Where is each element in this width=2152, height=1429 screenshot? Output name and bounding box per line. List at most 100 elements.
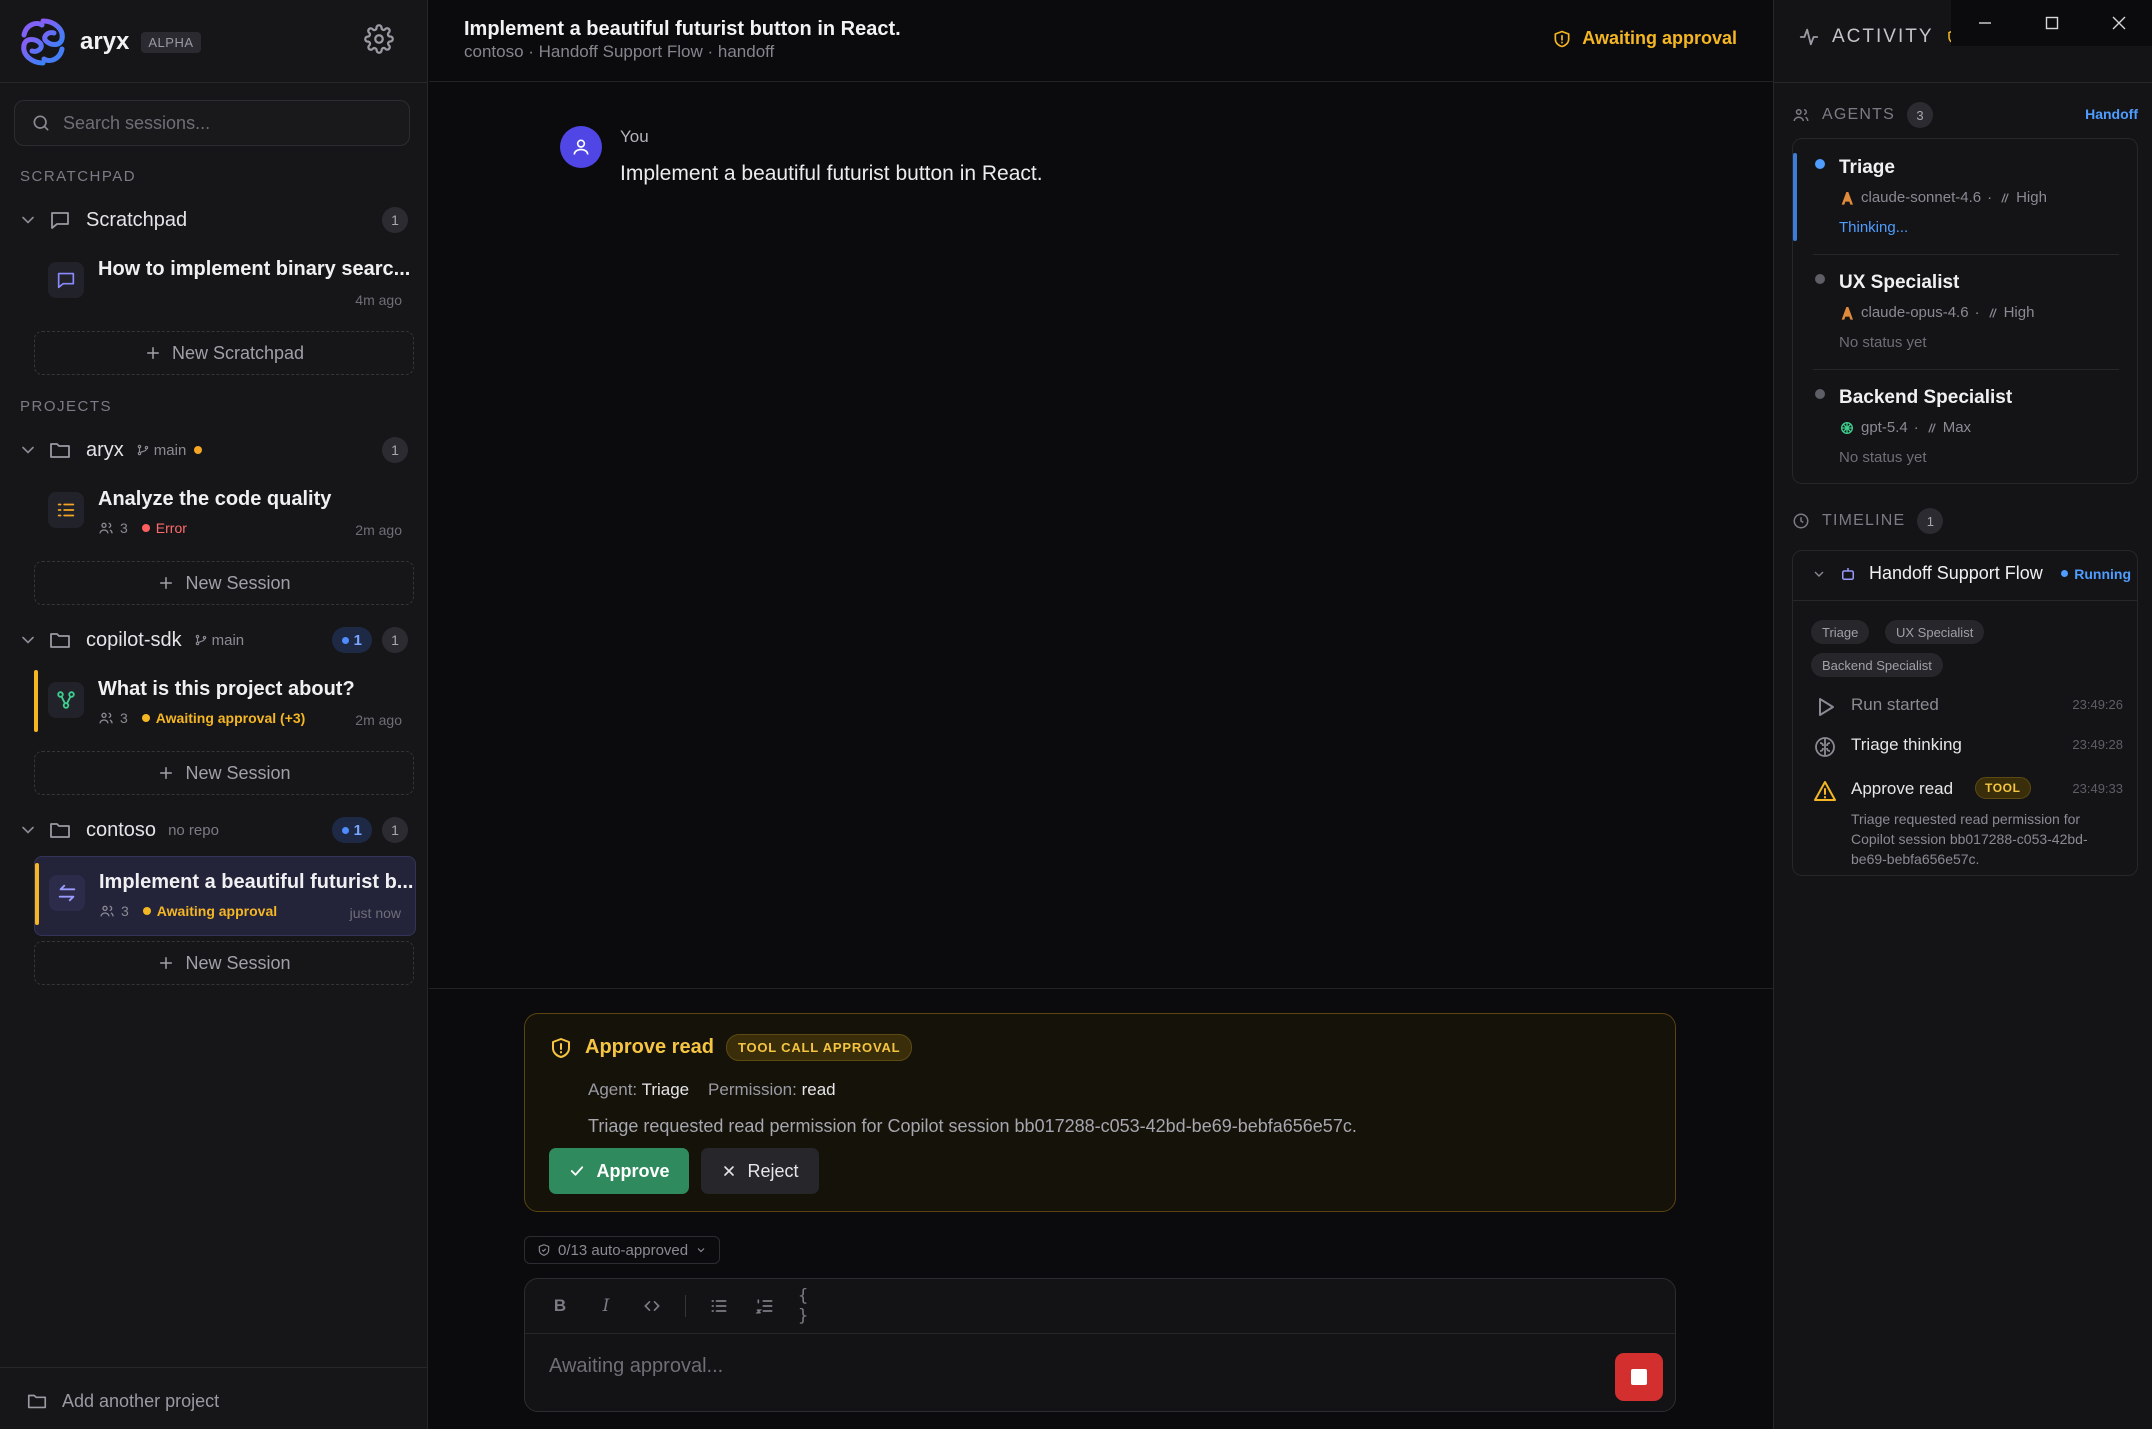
reject-button[interactable]: Reject	[701, 1148, 819, 1194]
agent-name: UX Specialist	[1839, 272, 1960, 293]
brand: aryx ALPHA	[18, 14, 201, 70]
timeline-event[interactable]: Approve read TOOL 23:49:33 Triage reques…	[1813, 777, 2123, 867]
scratchpad-session-item[interactable]: How to implement binary searc... 4m ago	[34, 244, 416, 324]
timeline-flow-card: Handoff Support Flow Running Triage UX S…	[1792, 550, 2138, 876]
chevron-down-icon[interactable]	[18, 440, 38, 460]
close-icon[interactable]	[2085, 0, 2152, 46]
settings-gear-icon[interactable]	[364, 24, 394, 54]
approval-status-indicator: Awaiting approval	[1552, 28, 1737, 49]
users-icon	[100, 905, 114, 917]
new-session-label: New Session	[185, 762, 291, 783]
project-session-count: 1	[382, 437, 408, 463]
project-copilot-sdk[interactable]: copilot-sdk main 1 1	[18, 622, 408, 658]
shield-check-icon	[538, 1244, 550, 1256]
add-project-button[interactable]: Add another project	[26, 1390, 219, 1412]
app-window: aryx ALPHA SCRATCHPAD Scratchpad 1 How t…	[0, 0, 2152, 1429]
italic-icon[interactable]: I	[593, 1293, 619, 1319]
session-title-heading: Implement a beautiful futurist button in…	[464, 18, 901, 40]
flow-name: Handoff Support Flow	[1869, 563, 2043, 583]
effort-icon	[1988, 307, 1997, 318]
event-title: Approve read	[1851, 779, 1954, 798]
agent-model: gpt-5.4 · Max	[1839, 419, 1971, 436]
session-title: Analyze the code quality	[98, 488, 332, 510]
session-time: 4m ago	[355, 292, 402, 308]
agent-card-ux-specialist[interactable]: UX Specialist claude-opus-4.6 · High No …	[1813, 254, 2119, 369]
projects-section-label: PROJECTS	[20, 398, 113, 415]
numbered-list-icon[interactable]	[752, 1293, 778, 1319]
chevron-down-icon[interactable]	[18, 630, 38, 650]
tool-badge: TOOL	[1975, 777, 2031, 799]
agent-status: Thinking...	[1839, 219, 1909, 236]
search-input[interactable]	[63, 112, 393, 134]
git-branch-icon	[137, 444, 149, 456]
bold-icon[interactable]: B	[547, 1293, 573, 1319]
stop-icon	[1631, 1369, 1647, 1385]
awaiting-accent-bar	[35, 863, 39, 925]
session-header: Implement a beautiful futurist button in…	[429, 0, 1773, 82]
agent-status: No status yet	[1839, 449, 1927, 466]
session-item-futurist-button[interactable]: Implement a beautiful futurist b... 3 Aw…	[34, 856, 416, 936]
session-status: Awaiting approval (+3)	[155, 710, 306, 726]
activity-panel: ACTIVITY AGENTS 3 Handoff Triage claude-…	[1773, 0, 2152, 1429]
approve-button[interactable]: Approve	[549, 1148, 689, 1194]
chevron-down-icon[interactable]	[18, 210, 38, 230]
code-block-icon[interactable]: { }	[798, 1286, 824, 1326]
agent-name: Triage	[1839, 157, 1895, 178]
agent-card-triage[interactable]: Triage claude-sonnet-4.6 · High Thinking…	[1813, 139, 2119, 254]
chevron-down-icon[interactable]	[1811, 566, 1827, 582]
event-time: 23:49:26	[2072, 697, 2123, 712]
session-breadcrumb: contoso · Handoff Support Flow · handoff	[464, 42, 775, 61]
stop-button[interactable]	[1615, 1353, 1663, 1401]
handoff-mode-link[interactable]: Handoff	[2085, 106, 2138, 122]
project-aryx[interactable]: aryx main 1	[18, 432, 408, 468]
auto-approved-text: 0/13 auto-approved	[558, 1241, 689, 1259]
session-item-project-about[interactable]: What is this project about? 3 Awaiting a…	[34, 664, 416, 744]
chevron-down-icon[interactable]	[18, 820, 38, 840]
effort-level: High	[2003, 304, 2035, 321]
folder-icon	[50, 633, 70, 648]
branch-name: main	[153, 441, 187, 459]
session-meta: 3 Awaiting approval (+3)	[98, 710, 305, 726]
new-session-button[interactable]: New Session	[34, 941, 414, 985]
project-name: copilot-sdk	[86, 628, 182, 651]
permission-label: Permission:	[708, 1080, 797, 1099]
plus-icon	[160, 957, 173, 969]
project-contoso[interactable]: contoso no repo 1 1	[18, 812, 408, 848]
new-session-button[interactable]: New Session	[34, 751, 414, 795]
folder-icon	[50, 823, 70, 838]
anthropic-icon	[1841, 191, 1853, 205]
maximize-icon[interactable]	[2018, 0, 2085, 46]
event-title: Triage thinking	[1851, 735, 1962, 754]
flow-state-text: Running	[2074, 565, 2131, 582]
effort-level: Max	[1942, 419, 1972, 436]
timeline-count: 1	[1917, 508, 1944, 534]
sidebar: aryx ALPHA SCRATCHPAD Scratchpad 1 How t…	[0, 0, 428, 1429]
timeline-label: TIMELINE	[1822, 512, 1906, 529]
minimize-icon[interactable]	[1951, 0, 2018, 46]
inline-code-icon[interactable]	[639, 1293, 665, 1319]
window-controls	[1951, 0, 2152, 46]
agent-count: 3	[121, 903, 129, 919]
new-session-button[interactable]: New Session	[34, 561, 414, 605]
plus-icon	[160, 577, 173, 589]
workflow-icon	[57, 691, 75, 709]
flow-header[interactable]: Handoff Support Flow Running	[1811, 563, 2131, 584]
agent-status: No status yet	[1839, 334, 1927, 351]
search-box[interactable]	[14, 100, 410, 146]
agent-status-dot	[1815, 389, 1825, 399]
session-item-analyze[interactable]: Analyze the code quality 3 Error 2m ago	[34, 474, 416, 554]
message-input[interactable]	[549, 1355, 1549, 1378]
add-project-label: Add another project	[62, 1390, 220, 1411]
bullet-list-icon[interactable]	[706, 1293, 732, 1319]
agent-card-backend-specialist[interactable]: Backend Specialist gpt-5.4 · Max No stat…	[1813, 369, 2119, 484]
effort-icon	[2001, 192, 2009, 203]
scratchpad-group-name: Scratchpad	[86, 208, 188, 231]
session-status: Error	[155, 520, 187, 536]
branch-indicator: main	[136, 441, 187, 459]
session-time: 2m ago	[355, 712, 402, 728]
scratchpad-group[interactable]: Scratchpad 1	[18, 202, 408, 238]
auto-approved-dropdown[interactable]: 0/13 auto-approved	[524, 1236, 721, 1264]
new-scratchpad-button[interactable]: New Scratchpad	[34, 331, 414, 375]
check-icon	[571, 1166, 584, 1176]
effort-icon	[1928, 422, 1936, 433]
